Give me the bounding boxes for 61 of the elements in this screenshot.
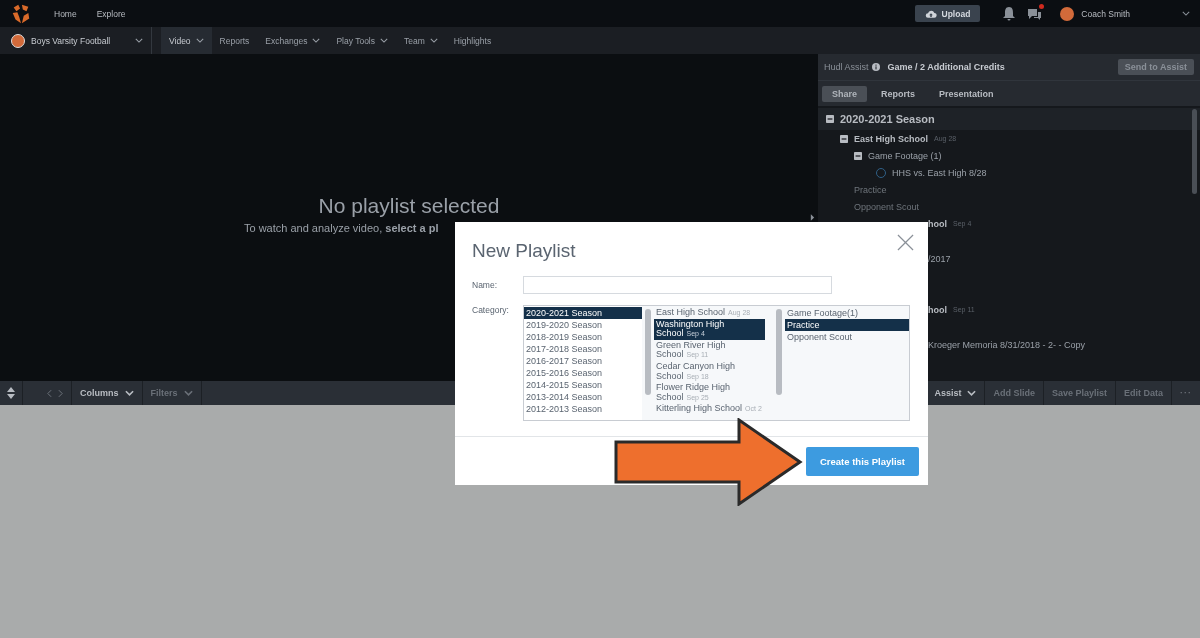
empty-state-title: No playlist selected [318,194,500,218]
tree-item[interactable]: /2017 [928,253,951,264]
list-option[interactable]: 2013-2014 Season [524,391,642,403]
logo-icon[interactable] [10,2,32,25]
info-icon[interactable] [871,63,880,71]
tree-item[interactable]: Practice [854,184,887,195]
user-name[interactable]: Coach Smith [1081,8,1130,19]
list-option[interactable]: 2017-2018 Season [524,343,642,355]
list-option[interactable]: 2018-2019 Season [524,331,642,343]
panel-tab[interactable]: Share [822,85,867,102]
tree-item[interactable]: Opponent Scout [854,201,920,212]
nav-link[interactable]: Home [54,8,77,19]
nav-link[interactable]: Explore [96,8,126,19]
chevron-icon[interactable] [380,38,388,43]
panel-tab[interactable]: Reports [871,85,926,102]
list-option[interactable]: 2014-2015 Season [524,379,642,391]
list-option[interactable]: 2019-2020 Season [524,319,642,331]
close-icon[interactable] [897,234,914,251]
chevron-icon[interactable] [135,38,143,43]
tree-item[interactable]: 2020-2021 Season [840,113,935,125]
name-field[interactable] [523,276,832,294]
dialog-title: New Playlist [472,240,576,262]
avatar[interactable] [1060,6,1075,21]
chevron-icon [183,390,193,396]
list-option[interactable]: 2020-2021 Season [524,307,642,319]
upload-button[interactable]: Upload [914,5,981,22]
chevron-icon[interactable] [429,38,438,43]
tree-item[interactable]: Game Footage (1) [868,150,942,161]
list-option[interactable]: 2015-2016 Season [524,367,642,379]
panel-tab[interactable]: Presentation [929,85,1004,102]
collapse-icon[interactable] [810,214,815,221]
cloud-upload-icon [924,8,937,19]
list-option[interactable]: Game Footage(1) [785,307,909,319]
nav-tab[interactable]: Exchanges [257,27,329,54]
chevron-icon[interactable] [195,38,204,43]
chevron-icon [124,390,134,396]
tree-item[interactable]: East High School [854,133,928,144]
chevron-icon [967,390,977,396]
list-option[interactable]: Opponent Scout [785,331,909,343]
chevron-icon[interactable] [312,38,321,43]
chevron-icon[interactable] [1182,11,1190,16]
empty-state-text: To watch and analyze video, select a pl [243,222,439,234]
nav-tab[interactable]: Team [396,27,446,54]
tree-item[interactable]: HHS vs. East High 8/28 [892,167,987,178]
list-option[interactable]: Practice [785,319,909,331]
collapse-icon[interactable] [854,151,862,160]
list-option[interactable]: 2016-2017 Season [524,355,642,367]
nav-tab[interactable]: Highlights [445,27,500,54]
bell-icon[interactable] [1002,5,1017,22]
tree-item[interactable]: hool [928,304,947,315]
tree-item[interactable]: hool [928,218,947,229]
list-option[interactable]: 2012-2013 Season [524,403,642,415]
nav-tab[interactable]: Video [161,27,212,54]
nav-tab[interactable]: Reports [211,27,258,54]
nav-tab[interactable]: Play Tools [328,27,396,54]
tree-item[interactable]: Kroeger Memoria 8/31/2018 - 2- - Copy [928,339,1086,350]
credits-text: Game / 2 Additional Credits [887,62,1005,72]
collapse-icon[interactable] [840,134,848,143]
name-label: Name: [472,280,499,290]
assist-label: Hudl Assist [824,62,869,72]
category-label: Category: [472,305,510,315]
